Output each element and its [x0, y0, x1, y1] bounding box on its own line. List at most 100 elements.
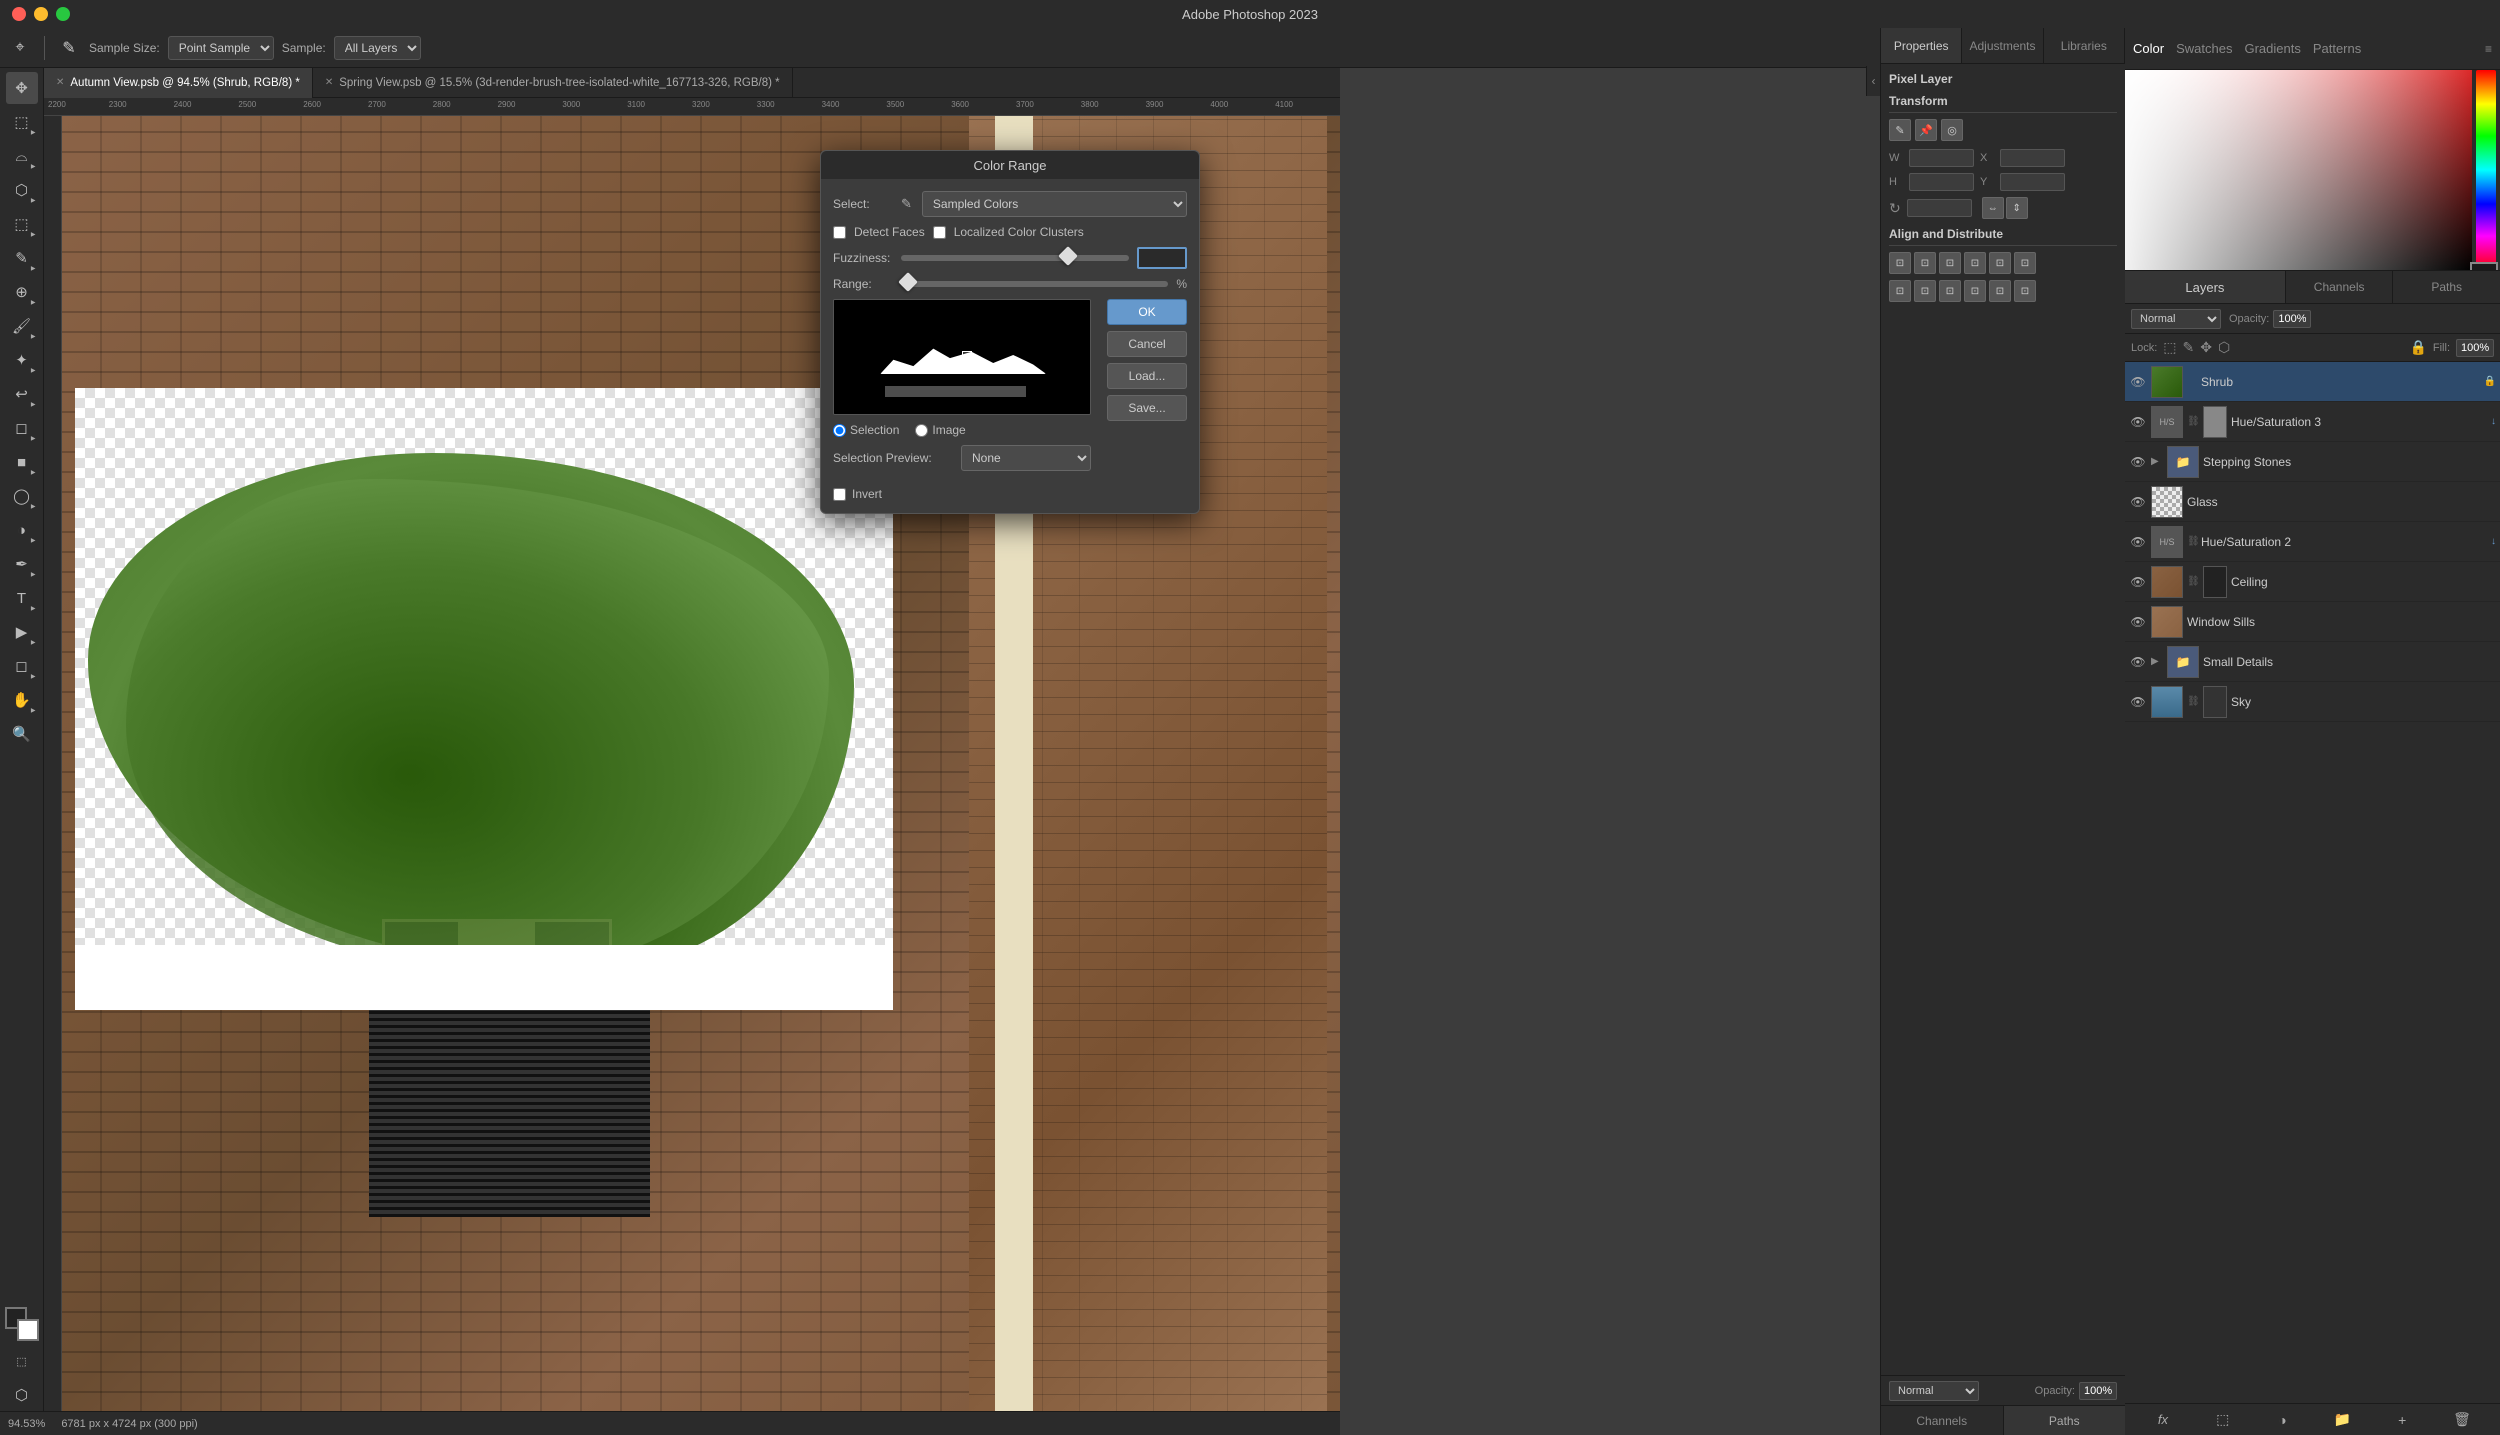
align-top-icon[interactable]: ⊡ [1964, 252, 1986, 274]
load-button[interactable]: Load... [1107, 363, 1187, 389]
maximize-button[interactable] [56, 7, 70, 21]
layer-glass[interactable]: 👁 Glass [2125, 482, 2500, 522]
channels-tab[interactable]: Channels [2286, 271, 2394, 303]
panel-menu-icon[interactable]: ≡ [2485, 42, 2492, 56]
lock-artboard-icon[interactable]: ⬡ [2218, 339, 2230, 356]
selection-preview-select[interactable]: None [961, 445, 1091, 471]
layers-tab[interactable]: Layers [2125, 271, 2286, 303]
hue-slider[interactable] [2476, 70, 2496, 270]
blend-mode-select[interactable]: Normal [2131, 309, 2221, 329]
localized-checkbox[interactable] [933, 226, 946, 239]
marquee-tool[interactable]: ⬚▶ [6, 106, 38, 138]
swatches-tab[interactable]: Swatches [2176, 41, 2232, 56]
ceiling-visibility-icon[interactable]: 👁 [2129, 575, 2147, 589]
range-slider-thumb[interactable] [898, 272, 918, 292]
stepping-visibility-icon[interactable]: 👁 [2129, 455, 2147, 469]
save-button[interactable]: Save... [1107, 395, 1187, 421]
fuzziness-slider-thumb[interactable] [1058, 246, 1078, 266]
stepping-expand-icon[interactable]: ▶ [2151, 456, 2163, 467]
dist-right-icon[interactable]: ⊡ [1939, 280, 1961, 302]
cancel-button[interactable]: Cancel [1107, 331, 1187, 357]
transform-warp-icon[interactable]: ✎ [1889, 119, 1911, 141]
sky-visibility-icon[interactable]: 👁 [2129, 695, 2147, 709]
layer-small-details[interactable]: 👁 ▶ 📁 Small Details [2125, 642, 2500, 682]
dist-top-icon[interactable]: ⊡ [1964, 280, 1986, 302]
patterns-tab[interactable]: Patterns [2313, 41, 2361, 56]
lock-image-icon[interactable]: ✎ [2183, 339, 2195, 356]
layer-ceiling[interactable]: 👁 ⛓ Ceiling [2125, 562, 2500, 602]
selection-radio[interactable] [833, 424, 846, 437]
transform-eyedropper-icon[interactable]: ◎ [1941, 119, 1963, 141]
angle-input[interactable]: 0.00° [1907, 199, 1972, 217]
tab-close-icon-2[interactable]: ✕ [325, 77, 333, 88]
dist-left-icon[interactable]: ⊡ [1889, 280, 1911, 302]
path-select-tool[interactable]: ▶▶ [6, 616, 38, 648]
clone-stamp-tool[interactable]: ✦▶ [6, 344, 38, 376]
transform-pin-icon[interactable]: 📌 [1915, 119, 1937, 141]
crop-tool[interactable]: ⬚▶ [6, 208, 38, 240]
eyedropper-tool[interactable]: ✎▶ [6, 242, 38, 274]
channels-bottom-tab[interactable]: Channels [1881, 1406, 2004, 1435]
color-picker-box[interactable] [2125, 70, 2500, 270]
layer-hue-sat-2[interactable]: 👁 H/S ⛓ Hue/Saturation 2 ↓ [2125, 522, 2500, 562]
history-brush-tool[interactable]: ↩▶ [6, 378, 38, 410]
image-radio[interactable] [915, 424, 928, 437]
x-input[interactable]: 707 px [2000, 149, 2065, 167]
dist-center-v-icon[interactable]: ⊡ [1989, 280, 2011, 302]
move-tool[interactable]: ✥ [6, 72, 38, 104]
dist-bottom-icon[interactable]: ⊡ [2014, 280, 2036, 302]
paths-bottom-tab[interactable]: Paths [2004, 1406, 2126, 1435]
smalldetails-expand-icon[interactable]: ▶ [2151, 656, 2163, 667]
layer-window-sills[interactable]: 👁 Window Sills [2125, 602, 2500, 642]
align-center-h-icon[interactable]: ⊡ [1914, 252, 1936, 274]
opacity-input[interactable] [2273, 310, 2311, 328]
pen-tool[interactable]: ✒▶ [6, 548, 38, 580]
properties-tab[interactable]: Properties [1881, 28, 1962, 63]
color-tab[interactable]: Color [2133, 41, 2164, 56]
text-tool[interactable]: T▶ [6, 582, 38, 614]
foreground-color[interactable] [2470, 262, 2498, 270]
mid-opacity-input[interactable] [2079, 1382, 2117, 1400]
windowsills-visibility-icon[interactable]: 👁 [2129, 615, 2147, 629]
object-select-tool[interactable]: ⬡▶ [6, 174, 38, 206]
align-left-icon[interactable]: ⊡ [1889, 252, 1911, 274]
shape-tool[interactable]: ◻▶ [6, 650, 38, 682]
move-tool-icon[interactable]: ⌖ [8, 36, 32, 60]
layer-hue-sat-3[interactable]: 👁 H/S ⛓ Hue/Saturation 3 ↓ [2125, 402, 2500, 442]
w-input[interactable]: 3119 px [1909, 149, 1974, 167]
color-saturation-area[interactable] [2125, 70, 2472, 270]
panel-fold-icon[interactable]: ‹ [1866, 66, 1880, 96]
quick-mask-mode[interactable]: ⬚ [6, 1345, 38, 1377]
align-bottom-icon[interactable]: ⊡ [2014, 252, 2036, 274]
layer-stepping-stones[interactable]: 👁 ▶ 📁 Stepping Stones [2125, 442, 2500, 482]
minimize-button[interactable] [34, 7, 48, 21]
layer-group-button[interactable]: 📁 [2330, 1408, 2354, 1432]
ok-button[interactable]: OK [1107, 299, 1187, 325]
add-mask-button[interactable]: ⬚ [2211, 1408, 2235, 1432]
lock-position-icon[interactable]: ✥ [2200, 339, 2212, 356]
tab-autumn-view[interactable]: ✕ Autumn View.psb @ 94.5% (Shrub, RGB/8)… [44, 68, 313, 98]
blur-tool[interactable]: ◯▶ [6, 480, 38, 512]
dodge-tool[interactable]: ◑▶ [6, 514, 38, 546]
tab-spring-view[interactable]: ✕ Spring View.psb @ 15.5% (3d-render-bru… [313, 68, 793, 98]
mid-blend-mode-select[interactable]: Normal [1889, 1381, 1979, 1401]
lasso-tool[interactable]: ⌓▶ [6, 140, 38, 172]
eyedropper-tool-icon[interactable]: ✎ [57, 36, 81, 60]
close-button[interactable] [12, 7, 26, 21]
fill-input[interactable] [2456, 339, 2494, 357]
eraser-tool[interactable]: ◻▶ [6, 412, 38, 444]
h-input[interactable]: 946 px [1909, 173, 1974, 191]
layer-fx-button[interactable]: fx [2151, 1408, 2175, 1432]
tab-close-icon[interactable]: ✕ [56, 77, 64, 88]
adjustment-layer-button[interactable]: ◑ [2271, 1408, 2295, 1432]
lock-transparent-icon[interactable]: ⬚ [2163, 339, 2176, 356]
flip-h-icon[interactable]: ⇔ [1982, 197, 2004, 219]
select-dropdown[interactable]: Sampled Colors [922, 191, 1187, 217]
glass-visibility-icon[interactable]: 👁 [2129, 495, 2147, 509]
hue3-visibility-icon[interactable]: 👁 [2129, 415, 2147, 429]
hue2-visibility-icon[interactable]: 👁 [2129, 535, 2147, 549]
brush-tool[interactable]: 🖌▶ [6, 310, 38, 342]
adjustments-tab[interactable]: Adjustments [1962, 28, 2043, 63]
layer-sky[interactable]: 👁 ⛓ Sky [2125, 682, 2500, 722]
y-input[interactable]: 1052 px [2000, 173, 2065, 191]
